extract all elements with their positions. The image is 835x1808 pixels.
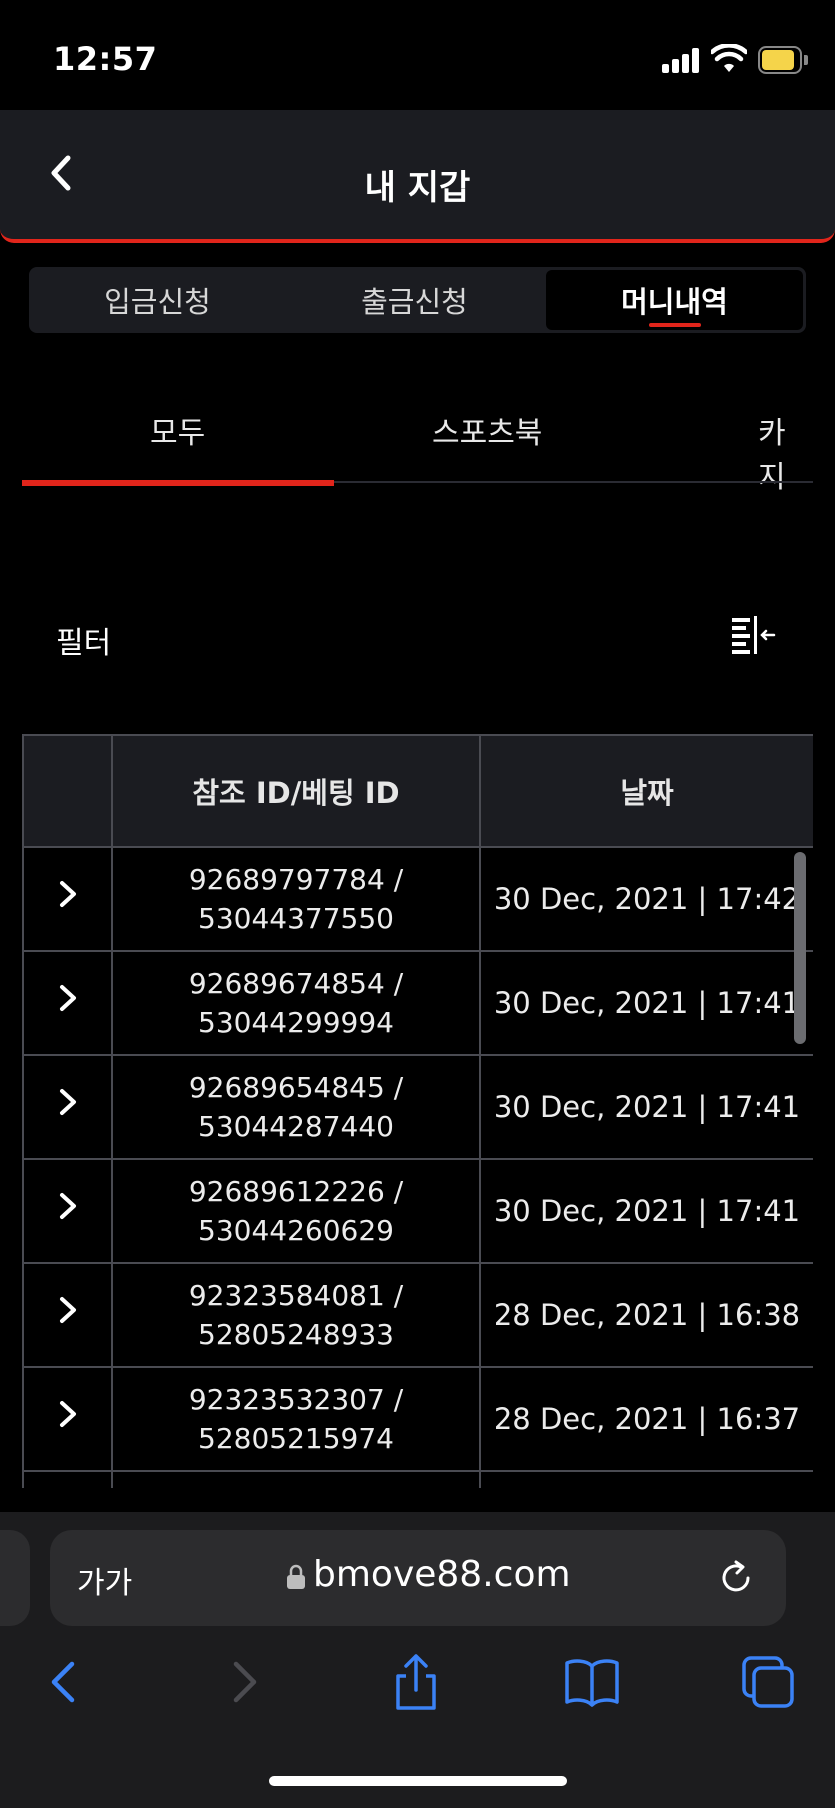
table-row[interactable]: 92689797784 / 53044377550 30 Dec, 2021 | 1… (22, 846, 813, 952)
ref-bet-id-cell: 92689674854 / 53044299994 (111, 950, 481, 1056)
home-indicator (269, 1776, 567, 1786)
ref-id: 92689797784 / (188, 863, 404, 896)
filter-label: 필터 (56, 626, 112, 661)
date-cell: 30 Dec, 2021 | 17:41 (479, 1054, 813, 1160)
bookmarks-icon[interactable] (562, 1652, 622, 1712)
expand-row-cell[interactable] (22, 1158, 113, 1264)
ref-id: 92689674854 / (188, 967, 404, 1000)
transactions-table-container[interactable]: 참조 ID/베팅 ID 날짜 92689797784 / 53044377550 3… (22, 734, 813, 1488)
tab-withdraw-request[interactable]: 출금신청 (286, 267, 543, 333)
date-cell: 28 Dec, 2021 | 16:38 (479, 1262, 813, 1368)
expand-row-cell[interactable] (22, 1054, 113, 1160)
date-cell: 28 Dec, 2021 | 16:37 (479, 1366, 813, 1472)
wallet-tabs: 입금신청 출금신청 머니내역 (29, 267, 806, 333)
browser-toolbar (0, 1652, 835, 1732)
filter-toggle-icon[interactable] (730, 612, 778, 656)
address-bar[interactable]: 가가 bmove88.com (50, 1530, 786, 1626)
forward-icon[interactable] (214, 1652, 274, 1712)
chevron-right-icon[interactable] (56, 1295, 80, 1325)
text-size-button[interactable]: 가가 (77, 1558, 132, 1602)
chevron-right-icon[interactable] (56, 1191, 80, 1221)
back-icon[interactable] (34, 1652, 94, 1712)
lock-icon (287, 1564, 305, 1589)
bet-id: 53044287440 (198, 1110, 394, 1143)
wifi-icon (711, 44, 747, 72)
ref-bet-id-cell (111, 1470, 481, 1488)
bet-id: 53044377550 (198, 902, 394, 935)
ref-bet-id-cell: 92323584081 / 52805248933 (111, 1262, 481, 1368)
header-expand (22, 734, 113, 848)
ref-bet-id-cell: 92689797784 / 53044377550 (111, 846, 481, 952)
category-tabs: 모두 스포츠북 카지 (22, 390, 813, 495)
expand-row-cell[interactable] (22, 1470, 113, 1488)
expand-row-cell[interactable] (22, 1366, 113, 1472)
transactions-table: 참조 ID/베팅 ID 날짜 92689797784 / 53044377550 3… (22, 734, 813, 1488)
expand-row-cell[interactable] (22, 950, 113, 1056)
bet-id: 53044299994 (198, 1006, 394, 1039)
table-row[interactable]: 92323532307 / 52805215974 28 Dec, 2021 | 1… (22, 1366, 813, 1472)
tab-label: 머니내역 (621, 285, 728, 319)
table-row[interactable] (22, 1470, 813, 1488)
reload-icon[interactable] (716, 1558, 756, 1598)
date-cell (479, 1470, 813, 1488)
app-header: 내 지갑 (0, 110, 835, 243)
table-scrollbar[interactable] (794, 852, 806, 1044)
subtab-sportsbook[interactable]: 스포츠북 (432, 408, 542, 452)
tabs-icon[interactable] (738, 1652, 798, 1712)
ref-id: 92689654845 / (188, 1071, 404, 1104)
ref-id: 92323532307 / (188, 1383, 404, 1416)
ref-bet-id-cell: 92689654845 / 53044287440 (111, 1054, 481, 1160)
ref-bet-id-cell: 92323532307 / 52805215974 (111, 1366, 481, 1472)
battery-icon (758, 46, 808, 74)
expand-row-cell[interactable] (22, 846, 113, 952)
active-subtab-indicator (22, 480, 334, 486)
date-cell: 30 Dec, 2021 | 17:41 (479, 950, 813, 1056)
page-title: 내 지갑 (364, 168, 471, 208)
ref-bet-id-cell: 92689612226 / 53044260629 (111, 1158, 481, 1264)
cellular-signal-icon (662, 47, 702, 73)
ref-id: 92689612226 / (188, 1175, 404, 1208)
share-icon[interactable] (386, 1652, 446, 1712)
header-date: 날짜 (479, 734, 813, 848)
chevron-right-icon[interactable] (56, 1087, 80, 1117)
table-header-row: 참조 ID/베팅 ID 날짜 (22, 734, 813, 848)
url-text: bmove88.com (313, 1554, 571, 1595)
browser-bottom-bar: 가가 bmove88.com (0, 1512, 835, 1808)
table-row[interactable]: 92323584081 / 52805248933 28 Dec, 2021 | 1… (22, 1262, 813, 1368)
bet-id: 52805248933 (198, 1318, 394, 1351)
chevron-right-icon[interactable] (56, 1399, 80, 1429)
expand-row-cell[interactable] (22, 1262, 113, 1368)
tab-deposit-request[interactable]: 입금신청 (29, 267, 286, 333)
tab-label: 입금신청 (104, 285, 211, 319)
tab-money-history[interactable]: 머니내역 (546, 270, 803, 330)
date-cell: 30 Dec, 2021 | 17:42 (479, 846, 813, 952)
status-bar: 12:57 (0, 0, 835, 110)
subtab-all[interactable]: 모두 (150, 408, 205, 452)
header-ref-bet-id: 참조 ID/베팅 ID (111, 734, 481, 848)
date-cell: 30 Dec, 2021 | 17:41 (479, 1158, 813, 1264)
status-time: 12:57 (53, 40, 158, 78)
tab-label: 출금신청 (361, 285, 468, 319)
table-row[interactable]: 92689654845 / 53044287440 30 Dec, 2021 | 1… (22, 1054, 813, 1160)
table-row[interactable]: 92689674854 / 53044299994 30 Dec, 2021 | 1… (22, 950, 813, 1056)
bet-id: 53044260629 (198, 1214, 394, 1247)
chevron-right-icon[interactable] (56, 879, 80, 909)
chevron-right-icon[interactable] (56, 983, 80, 1013)
ref-id: 92323584081 / (188, 1279, 404, 1312)
table-row[interactable]: 92689612226 / 53044260629 30 Dec, 2021 | 1… (22, 1158, 813, 1264)
active-tab-indicator (648, 323, 701, 327)
bet-id: 52805215974 (198, 1422, 394, 1455)
previous-tab-preview[interactable] (0, 1530, 30, 1626)
